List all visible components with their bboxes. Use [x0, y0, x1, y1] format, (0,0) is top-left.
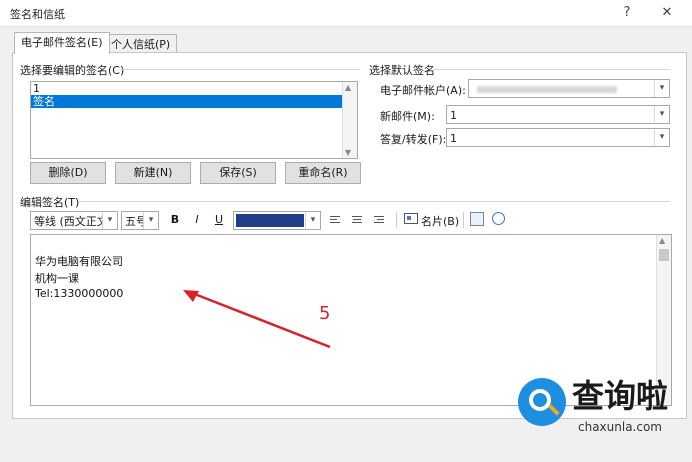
reply-forward-select[interactable]: 1 ▾ [446, 128, 670, 147]
new-message-label: 新邮件(M): [380, 110, 435, 123]
signature-list-item-1[interactable]: 1 [31, 82, 357, 95]
save-button[interactable]: 保存(S) [200, 162, 276, 184]
rename-button[interactable]: 重命名(R) [285, 162, 361, 184]
reply-forward-label: 答复/转发(F): [380, 133, 447, 146]
title-bar: 签名和信纸 ? ✕ [0, 0, 692, 27]
align-center-icon[interactable] [352, 214, 362, 225]
signature-line-2: 机构一课 [35, 272, 79, 285]
scroll-up-icon[interactable]: ▲ [659, 236, 665, 245]
chevron-down-icon[interactable]: ▾ [305, 212, 320, 229]
logo-url: chaxunla.com [578, 420, 662, 434]
account-label: 电子邮件帐户(A): [380, 84, 466, 97]
chevron-down-icon[interactable]: ▾ [654, 80, 669, 97]
scroll-thumb[interactable] [659, 249, 669, 261]
business-card-button[interactable]: 名片(B) [421, 213, 459, 229]
tab-email-signature[interactable]: 电子邮件签名(E) [14, 32, 110, 54]
group-divider [434, 69, 670, 70]
select-signature-label: 选择要编辑的签名(C) [20, 64, 125, 77]
scroll-down-icon[interactable]: ▼ [345, 148, 351, 157]
signature-list-scrollbar[interactable]: ▲ ▼ [342, 82, 357, 158]
chevron-down-icon[interactable]: ▾ [102, 212, 117, 229]
new-button[interactable]: 新建(N) [115, 162, 191, 184]
signature-line-3: Tel:1330000000 [35, 287, 124, 300]
chevron-down-icon[interactable]: ▾ [654, 106, 669, 123]
window-title: 签名和信纸 [10, 8, 65, 21]
align-right-icon[interactable] [374, 214, 384, 225]
group-divider [78, 201, 670, 202]
toolbar-divider [463, 212, 464, 228]
new-message-select[interactable]: 1 ▾ [446, 105, 670, 124]
blurred-account [477, 86, 617, 93]
italic-button[interactable]: I [188, 211, 206, 229]
bold-button[interactable]: B [166, 211, 184, 229]
signature-list-item-selected[interactable]: 签名 [31, 95, 343, 108]
underline-button[interactable]: U [210, 211, 228, 229]
scroll-up-icon[interactable]: ▲ [345, 83, 351, 92]
close-button[interactable]: ✕ [656, 4, 678, 22]
help-button[interactable]: ? [616, 4, 638, 22]
font-value: 等线 (西文正文) [34, 215, 113, 228]
group-divider [120, 69, 360, 70]
chevron-down-icon[interactable]: ▾ [654, 129, 669, 146]
new-message-value: 1 [450, 109, 457, 122]
font-color-swatch [236, 214, 304, 227]
chevron-down-icon[interactable]: ▾ [143, 212, 158, 229]
signature-list[interactable]: 1 签名 ▲ ▼ [30, 81, 358, 159]
tab-personal-stationery[interactable]: 个人信纸(P) [104, 34, 178, 54]
signature-line-1: 华为电脑有限公司 [35, 255, 123, 268]
delete-button[interactable]: 删除(D) [30, 162, 106, 184]
account-select[interactable]: ▾ [468, 79, 670, 98]
logo-circle [518, 378, 566, 426]
insert-hyperlink-icon[interactable] [492, 212, 505, 225]
logo-brand: 查询啦 [572, 377, 669, 415]
business-card-icon[interactable] [404, 213, 418, 224]
reply-forward-value: 1 [450, 132, 457, 145]
toolbar-divider [396, 212, 397, 228]
font-color-select[interactable]: ▾ [233, 211, 321, 230]
default-signature-label: 选择默认签名 [369, 64, 435, 77]
edit-signature-label: 编辑签名(T) [20, 196, 80, 209]
size-select[interactable]: 五号 ▾ [121, 211, 159, 230]
insert-picture-icon[interactable] [470, 212, 484, 226]
annotation-number: 5 [319, 303, 331, 324]
font-select[interactable]: 等线 (西文正文) ▾ [30, 211, 118, 230]
watermark-logo: 查询啦 chaxunla.com [508, 372, 683, 442]
align-left-icon[interactable] [330, 214, 340, 225]
